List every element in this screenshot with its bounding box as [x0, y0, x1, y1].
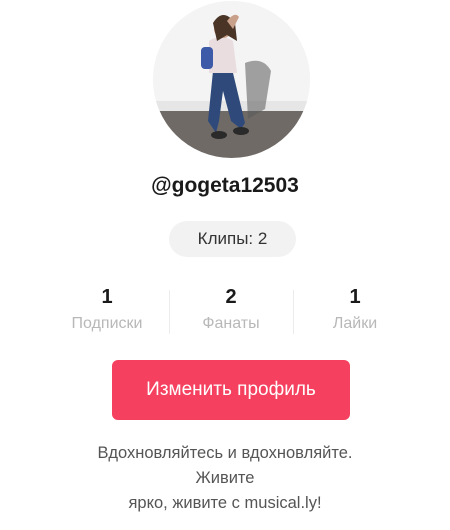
bio-line: ярко, живите с musical.ly!: [128, 494, 322, 512]
stat-label: Подписки: [71, 315, 143, 332]
clips-count-badge[interactable]: Клипы: 2: [169, 221, 296, 257]
stat-value: 1: [101, 286, 113, 308]
profile-screen: @gogeta12503 Клипы: 2 1 Подписки 2 Фанат…: [0, 0, 450, 530]
stat-likes[interactable]: 1 Лайки: [295, 286, 415, 333]
stat-label: Лайки: [332, 315, 378, 332]
edit-profile-button[interactable]: Изменить профиль: [112, 360, 350, 420]
avatar[interactable]: [153, 1, 310, 158]
stat-divider: [293, 290, 294, 334]
bio-line: Живите: [195, 469, 255, 487]
bio-line: Вдохновляйтесь и вдохновляйте.: [97, 444, 353, 462]
username: @gogeta12503: [151, 174, 299, 197]
stat-value: 2: [225, 286, 237, 308]
bio: Вдохновляйтесь и вдохновляйте. Живите яр…: [0, 441, 450, 516]
stat-following[interactable]: 1 Подписки: [47, 286, 167, 333]
stat-label: Фанаты: [202, 315, 260, 332]
avatar-photo: [153, 1, 310, 158]
stat-fans[interactable]: 2 Фанаты: [171, 286, 291, 333]
stats-row: 1 Подписки 2 Фанаты 1 Лайки: [47, 286, 409, 336]
stat-divider: [169, 290, 170, 334]
stat-value: 1: [349, 286, 361, 308]
